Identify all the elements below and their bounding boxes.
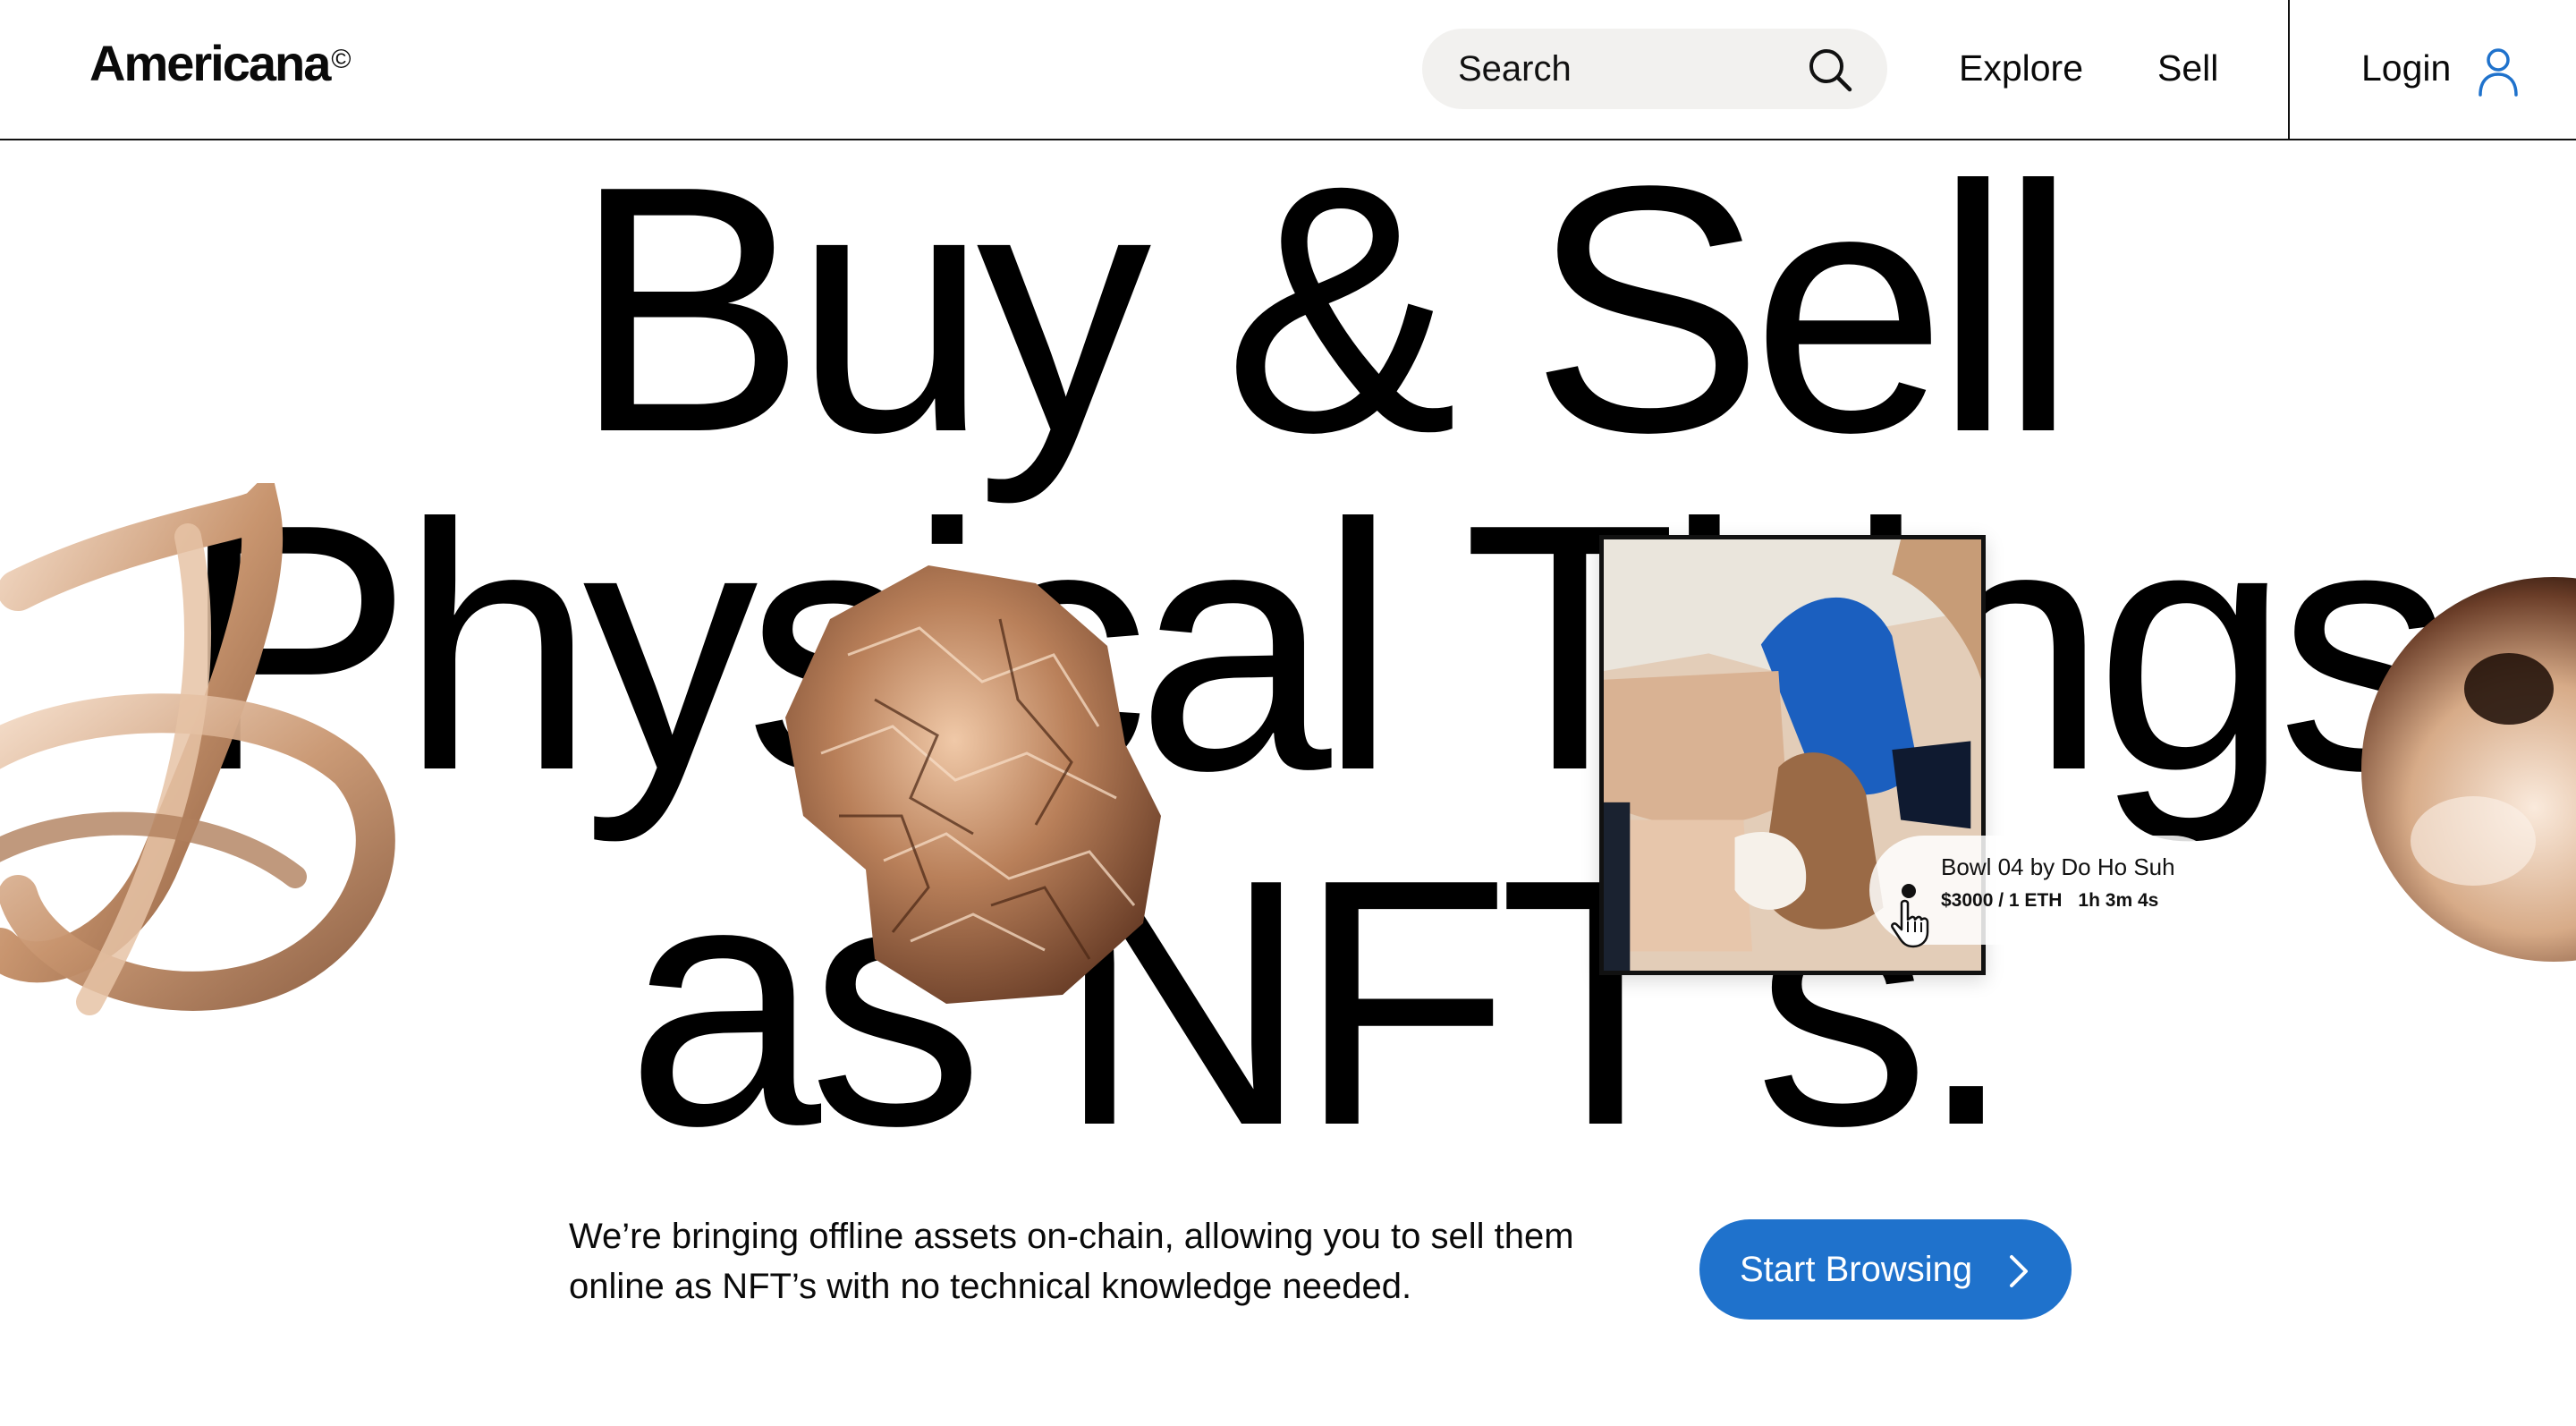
brand-logo-text: Americana — [89, 35, 331, 91]
header-divider — [2288, 0, 2290, 140]
search-icon[interactable] — [1807, 47, 1853, 93]
copper-ribbon-sculpture — [0, 483, 395, 1015]
search-box[interactable] — [1422, 29, 1887, 109]
hero-headline-line-1: Buy & Sell — [572, 114, 2077, 505]
user-icon[interactable] — [2478, 47, 2519, 97]
chevron-right-icon — [2010, 1255, 2028, 1287]
nav-explore-link[interactable]: Explore — [1959, 41, 2083, 95]
artwork-status-dot — [1902, 884, 1916, 898]
intro-paragraph: We’re bringing offline assets on-chain, … — [569, 1217, 1574, 1306]
chrome-sphere-sculpture — [2361, 577, 2576, 962]
search-input[interactable] — [1458, 29, 1798, 109]
hand-cursor-icon — [1891, 899, 1929, 948]
brand-logo-mark: © — [331, 45, 351, 74]
artwork-price: $3000 / 1 ETH — [1941, 890, 2063, 911]
nav-sell-link[interactable]: Sell — [2157, 41, 2218, 95]
login-link[interactable]: Login — [2361, 41, 2451, 95]
start-browsing-label: Start Browsing — [1740, 1250, 1973, 1289]
artwork-title: Bowl 04 by Do Ho Suh — [1941, 853, 2175, 880]
artwork-time-left: 1h 3m 4s — [2078, 890, 2159, 911]
site-header: Americana© Explore Sell Login — [0, 0, 2576, 140]
artwork-meta: $3000 / 1 ETH 1h 3m 4s — [1941, 886, 2174, 916]
brand-logo[interactable]: Americana© — [89, 32, 351, 95]
hero-headline-line-2: Physical Things — [179, 452, 2453, 844]
crumpled-foil-sculpture — [785, 565, 1161, 1004]
start-browsing-button[interactable]: Start Browsing — [1699, 1219, 2072, 1320]
